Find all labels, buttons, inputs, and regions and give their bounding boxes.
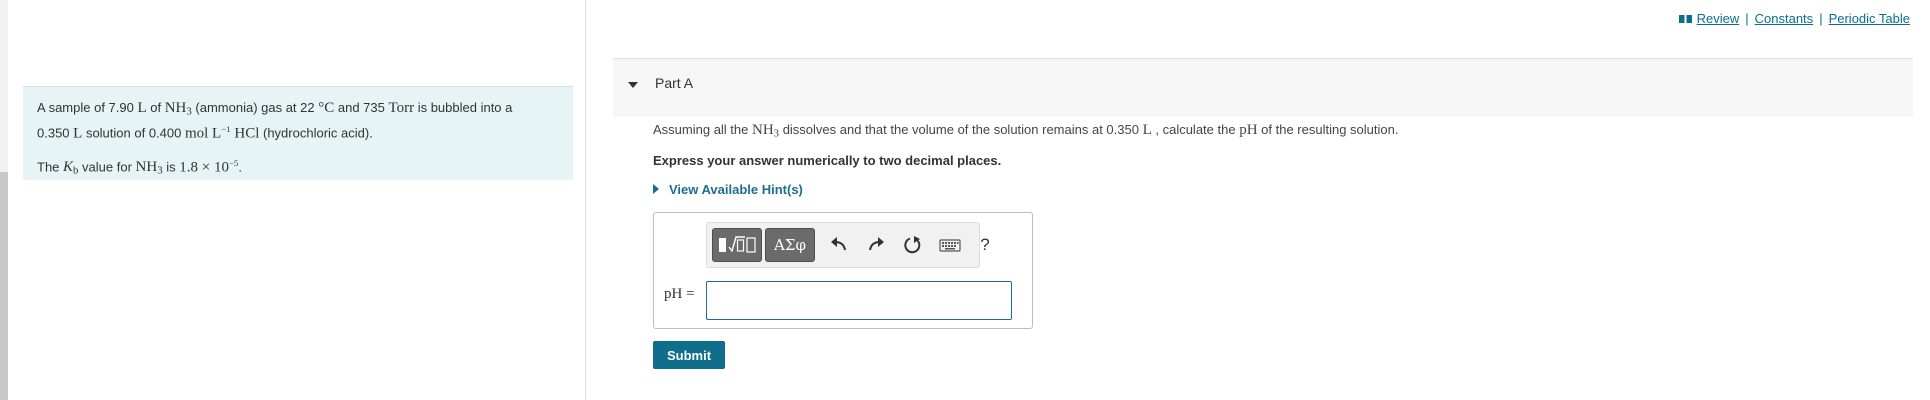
question-fragment: of the resulting solution. [1257,122,1399,137]
part-title: Part A [655,75,694,91]
redo-button[interactable] [864,233,888,257]
formula-hcl: HCl [230,124,260,141]
unit-mol-per-liter: mol L [184,124,222,141]
kb-paragraph: The Kb value for NH3 is 1.8 × 10−5. [37,155,559,180]
intro-paragraph: A sample of 7.90 L of NH3 (ammonia) gas … [37,99,559,142]
greek-symbols-button[interactable]: ΑΣφ [765,228,815,262]
kb-value: 1.8 × 10 [179,159,229,176]
review-link[interactable]: Review [1697,11,1740,26]
review-book-icon [1678,15,1692,23]
question-text: Assuming all the NH3 dissolves and that … [653,122,1398,140]
intro-text: The [37,159,64,175]
intro-text: of [146,100,165,115]
answer-instruction: Express your answer numerically to two d… [653,153,1002,168]
intro-text: solution of 0.400 [82,124,185,140]
view-hints-toggle[interactable]: View Available Hint(s) [653,182,803,197]
unit-liter: L [137,100,147,116]
intro-text: (hydrochloric acid). [259,124,373,140]
keyboard-shortcuts-button[interactable] [938,233,962,257]
submit-button[interactable]: Submit [653,341,725,369]
intro-column: A sample of 7.90 L of NH3 (ammonia) gas … [8,0,586,400]
help-button[interactable]: ? [973,233,997,257]
formula-nh3: NH3 [752,122,779,140]
keyboard-icon [939,239,961,252]
unit-liter: L [1142,122,1152,138]
link-separator: | [1819,11,1823,26]
unit-celsius: °C [318,100,335,116]
constants-link[interactable]: Constants [1755,11,1814,26]
link-separator: | [1745,11,1749,26]
resource-links: Review | Constants | Periodic Table [1678,11,1910,26]
intro-text: is bubbled into a [414,100,513,115]
expand-triangle-icon [653,184,659,194]
formula-text: NH [135,159,158,176]
intro-text: and 735 [334,100,389,115]
templates-icon [719,236,756,253]
problem-intro: A sample of 7.90 L of NH3 (ammonia) gas … [23,86,573,180]
ph-answer-label: pH = [664,286,695,302]
intro-text: is [162,159,180,175]
math-toolbar: ΑΣφ ? [706,222,990,268]
hint-label: View Available Hint(s) [669,182,803,197]
formula-text: NH [752,122,774,138]
formula-nh3: NH3 [135,159,163,177]
unit-superscript: −1 [221,123,231,134]
unit-liter: L [73,124,83,141]
templates-button[interactable] [712,228,762,262]
undo-button[interactable] [827,233,851,257]
question-fragment: , calculate the [1151,122,1240,137]
scrollbar-thumb[interactable] [0,172,8,400]
formula-nh3: NH3 [164,100,192,118]
redo-icon [869,237,884,251]
intro-text: 0.350 [37,124,74,140]
reset-button[interactable] [901,233,925,257]
ph-symbol: pH [1239,122,1258,138]
question-fragment: Assuming all the [653,122,752,137]
intro-text: value for [78,159,136,175]
part-header[interactable]: Part A [613,58,1913,117]
collapse-triangle-icon[interactable] [627,79,639,91]
answer-panel: ΑΣφ ? pH = [653,212,1033,329]
kb-letter: K [63,159,74,176]
ph-answer-input[interactable] [706,281,1012,320]
undo-icon [831,237,846,251]
kb-exponent: −5 [228,157,239,168]
intro-text: . [238,159,242,175]
intro-text: A sample of 7.90 [37,100,138,115]
question-fragment: dissolves and that the volume of the sol… [779,122,1143,137]
intro-text: (ammonia) gas at 22 [191,100,319,115]
kb-symbol: Kb [63,159,78,177]
unit-torr: Torr [388,100,415,116]
reset-icon [904,236,921,254]
periodic-table-link[interactable]: Periodic Table [1829,11,1910,26]
formula-text: NH [164,100,187,116]
